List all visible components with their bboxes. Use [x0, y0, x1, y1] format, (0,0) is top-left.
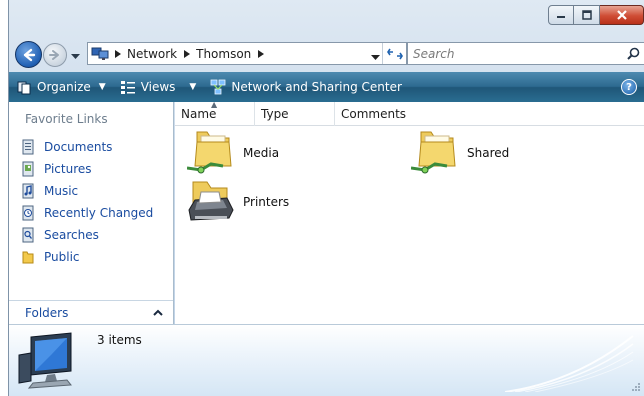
search-box: [407, 42, 644, 65]
column-name[interactable]: ▲ Name: [175, 100, 255, 126]
chevron-right-icon: [115, 49, 121, 58]
navigation-pane: Favorite Links Documents Pictures Music …: [9, 102, 174, 324]
link-label: Music: [44, 184, 79, 198]
network-sharing-icon: [210, 79, 226, 95]
chevron-down-icon: [71, 54, 80, 59]
organize-icon: [17, 81, 31, 95]
favorite-links-list: Documents Pictures Music Recently Change…: [21, 136, 153, 268]
network-center-label: Network and Sharing Center: [231, 80, 402, 94]
refresh-icon: [386, 48, 403, 59]
organize-label: Organize: [37, 80, 91, 94]
details-swoosh-decoration: [505, 335, 634, 392]
close-button[interactable]: [600, 5, 644, 25]
folders-label: Folders: [25, 305, 69, 320]
link-label: Pictures: [44, 162, 92, 176]
address-dropdown[interactable]: [371, 50, 380, 64]
link-public[interactable]: Public: [21, 246, 153, 268]
search-button[interactable]: [622, 47, 644, 60]
search-input[interactable]: [408, 43, 622, 64]
sort-up-icon: ▲: [211, 100, 218, 109]
link-recently-changed[interactable]: Recently Changed: [21, 202, 153, 224]
documents-icon: [22, 139, 34, 155]
link-label: Documents: [44, 140, 113, 154]
favorite-links-title: Favorite Links: [25, 112, 108, 126]
link-searches[interactable]: Searches: [21, 224, 153, 246]
forward-arrow-icon: [49, 50, 59, 60]
close-icon: [616, 10, 627, 20]
recently-changed-icon: [22, 205, 34, 221]
link-label: Searches: [44, 228, 99, 242]
printer-icon: [188, 181, 234, 221]
column-comments[interactable]: Comments: [335, 102, 415, 126]
chevron-right-icon: [258, 49, 265, 58]
maximize-button[interactable]: [574, 5, 600, 25]
caption-buttons: [548, 5, 644, 27]
minimize-icon: [557, 16, 565, 18]
address-row: Network Thomson: [9, 38, 644, 70]
command-bar: Organize ▼ Views ▼ Network and Sharing C…: [9, 72, 644, 102]
chevron-right-icon: [184, 49, 191, 58]
searches-icon: [22, 227, 34, 243]
network-sharing-center-button[interactable]: Network and Sharing Center: [203, 72, 409, 102]
maximize-icon: [581, 10, 592, 20]
music-icon: [22, 183, 34, 199]
help-button[interactable]: ?: [621, 79, 637, 95]
organize-button[interactable]: Organize ▼: [9, 72, 113, 102]
chevron-down-icon: ▼: [98, 82, 106, 92]
refresh-button[interactable]: [382, 43, 406, 64]
chevron-down-icon: [371, 55, 380, 60]
back-button[interactable]: [15, 41, 42, 68]
back-arrow-icon: [23, 48, 35, 61]
breadcrumb-network[interactable]: Network: [127, 47, 177, 61]
chevron-up-icon: [153, 309, 163, 316]
folders-toggle[interactable]: Folders: [9, 300, 173, 324]
link-documents[interactable]: Documents: [21, 136, 153, 158]
list-item[interactable]: Shared: [411, 130, 509, 176]
link-music[interactable]: Music: [21, 180, 153, 202]
forward-button[interactable]: [43, 43, 67, 67]
item-count: 3 items: [97, 333, 142, 347]
recent-pages-dropdown[interactable]: [71, 49, 80, 63]
list-item[interactable]: Printers: [187, 180, 289, 224]
breadcrumb-thomson[interactable]: Thomson: [196, 47, 251, 61]
address-bar[interactable]: Network Thomson: [87, 42, 407, 65]
column-headers: ▲ Name Type Comments: [175, 100, 644, 126]
link-label: Recently Changed: [44, 206, 154, 220]
chevron-down-icon: ▼: [189, 82, 197, 92]
file-list: ▲ Name Type Comments Media Shared Printe…: [175, 100, 644, 324]
link-pictures[interactable]: Pictures: [21, 158, 153, 180]
resize-grip[interactable]: [629, 380, 641, 392]
link-label: Public: [44, 250, 80, 264]
pictures-icon: [22, 161, 34, 177]
views-icon: [120, 81, 135, 94]
item-label: Shared: [467, 146, 510, 160]
item-label: Printers: [243, 195, 290, 209]
views-label: Views: [140, 80, 176, 94]
network-computer-icon: [91, 47, 109, 60]
item-label: Media: [243, 146, 280, 160]
explorer-window: Network Thomson Search Organize ▼ Views …: [8, 0, 644, 396]
details-pane: 3 items: [9, 324, 644, 396]
minimize-button[interactable]: [548, 5, 574, 25]
list-item[interactable]: Media: [187, 130, 279, 176]
network-computer-icon: [18, 332, 72, 389]
public-folder-icon: [22, 251, 34, 264]
magnifier-icon: [626, 47, 639, 60]
shared-folder-icon: [187, 131, 232, 174]
shared-folder-icon: [411, 131, 456, 174]
views-button[interactable]: Views ▼: [113, 72, 204, 102]
column-type[interactable]: Type: [255, 102, 335, 126]
